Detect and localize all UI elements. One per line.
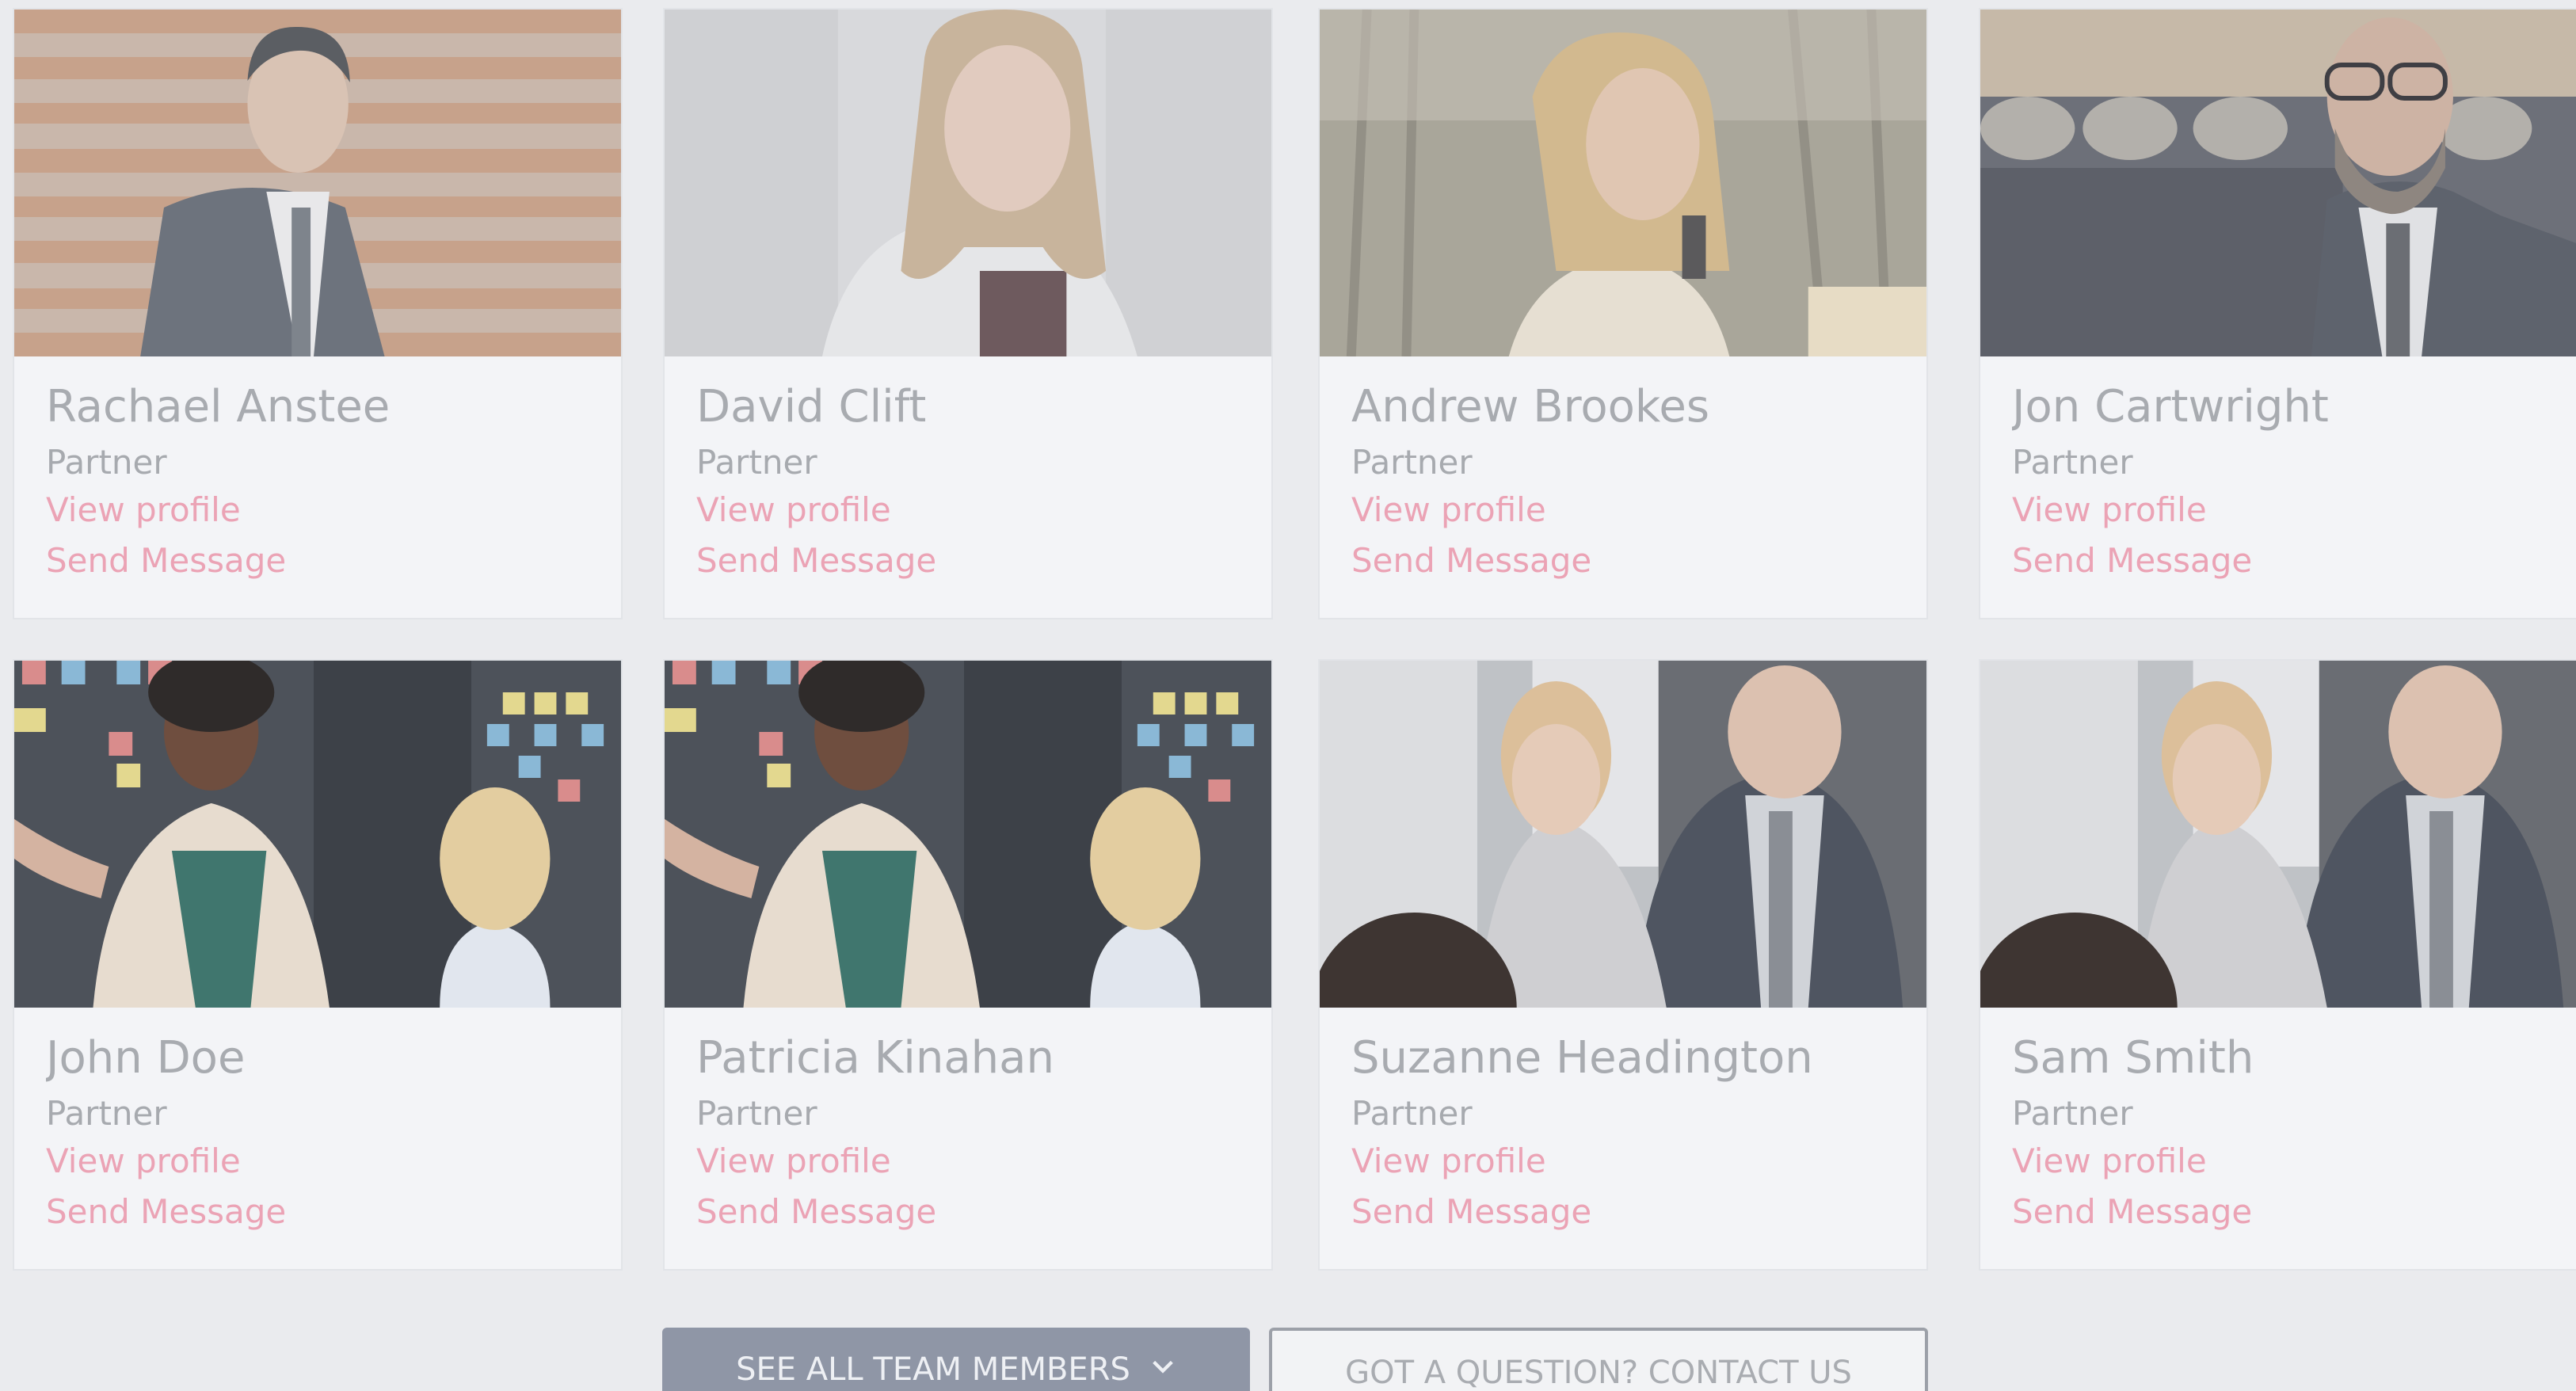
view-profile-link[interactable]: View profile [46, 1136, 605, 1187]
member-photo [1980, 661, 2576, 1008]
member-role: Partner [1351, 1094, 1473, 1133]
view-profile-link[interactable]: View profile [2012, 1136, 2571, 1187]
member-name: Andrew Brookes [1351, 381, 1709, 433]
member-name: Sam Smith [2012, 1032, 2254, 1084]
view-profile-link[interactable]: View profile [696, 1136, 1256, 1187]
team-card-patricia-kinahan: Patricia Kinahan Partner View profile Se… [663, 659, 1273, 1271]
view-profile-link[interactable]: View profile [1351, 485, 1911, 535]
send-message-link[interactable]: Send Message [1351, 1187, 1911, 1237]
member-role: Partner [46, 443, 167, 482]
see-all-label: SEE ALL TEAM MEMBERS [736, 1351, 1130, 1388]
team-card-jon-cartwright: Jon Cartwright Partner View profile Send… [1979, 8, 2576, 619]
chevron-down-icon [1153, 1360, 1173, 1374]
see-all-team-members-button[interactable]: SEE ALL TEAM MEMBERS [662, 1328, 1250, 1391]
member-name: David Clift [696, 381, 927, 433]
member-name: Patricia Kinahan [696, 1032, 1054, 1084]
team-card-suzanne-headington: Suzanne Headington Partner View profile … [1318, 659, 1928, 1271]
member-role: Partner [2012, 1094, 2133, 1133]
send-message-link[interactable]: Send Message [2012, 1187, 2571, 1237]
member-name: Jon Cartwright [2012, 381, 2329, 433]
view-profile-link[interactable]: View profile [696, 485, 1256, 535]
send-message-link[interactable]: Send Message [46, 535, 605, 586]
member-photo [1320, 661, 1926, 1008]
send-message-link[interactable]: Send Message [1351, 535, 1911, 586]
member-photo [1320, 10, 1926, 356]
team-card-andrew-brookes: Andrew Brookes Partner View profile Send… [1318, 8, 1928, 619]
member-photo [14, 661, 621, 1008]
member-role: Partner [696, 1094, 817, 1133]
view-profile-link[interactable]: View profile [1351, 1136, 1911, 1187]
team-card-rachael-anstee: Rachael Anstee Partner View profile Send… [13, 8, 623, 619]
send-message-link[interactable]: Send Message [696, 1187, 1256, 1237]
member-photo [14, 10, 621, 356]
send-message-link[interactable]: Send Message [696, 535, 1256, 586]
contact-us-button[interactable]: GOT A QUESTION? CONTACT US [1269, 1328, 1928, 1391]
contact-label: GOT A QUESTION? CONTACT US [1345, 1355, 1852, 1391]
view-profile-link[interactable]: View profile [46, 485, 605, 535]
member-role: Partner [696, 443, 817, 482]
member-role: Partner [2012, 443, 2133, 482]
team-card-john-doe: John Doe Partner View profile Send Messa… [13, 659, 623, 1271]
view-profile-link[interactable]: View profile [2012, 485, 2571, 535]
member-photo [665, 10, 1271, 356]
team-card-david-clift: David Clift Partner View profile Send Me… [663, 8, 1273, 619]
send-message-link[interactable]: Send Message [2012, 535, 2571, 586]
member-name: Rachael Anstee [46, 381, 391, 433]
member-role: Partner [1351, 443, 1473, 482]
team-section: Rachael Anstee Partner View profile Send… [0, 0, 2576, 1391]
team-card-sam-smith: Sam Smith Partner View profile Send Mess… [1979, 659, 2576, 1271]
member-photo [1980, 10, 2576, 356]
member-photo [665, 661, 1271, 1008]
member-role: Partner [46, 1094, 167, 1133]
member-name: Suzanne Headington [1351, 1032, 1813, 1084]
member-name: John Doe [46, 1032, 246, 1084]
send-message-link[interactable]: Send Message [46, 1187, 605, 1237]
